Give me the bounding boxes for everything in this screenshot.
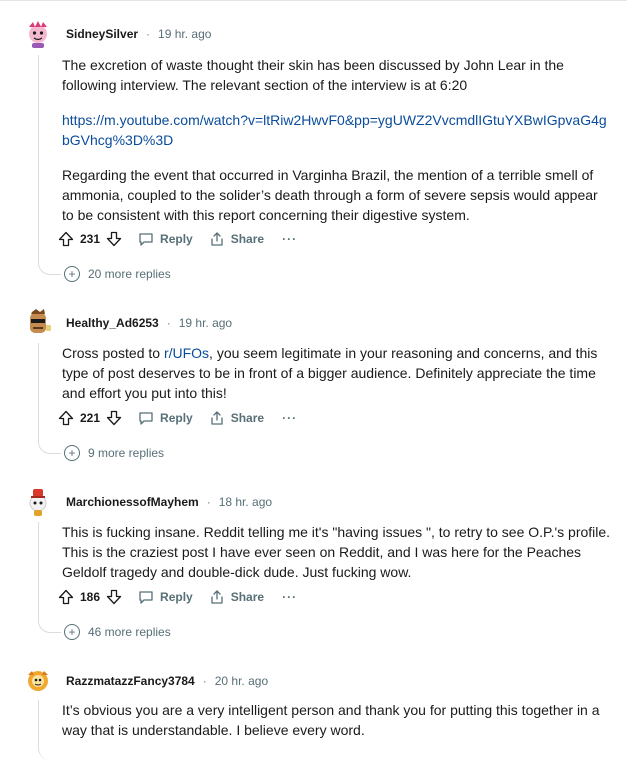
more-replies-label: 20 more replies bbox=[88, 267, 171, 281]
reply-label: Reply bbox=[160, 411, 193, 425]
plus-circle-icon: + bbox=[64, 266, 80, 282]
vote-count: 186 bbox=[80, 590, 101, 604]
reply-button[interactable]: Reply bbox=[138, 589, 193, 605]
comment-text: Cross posted to bbox=[62, 345, 164, 361]
username[interactable]: Healthy_Ad6253 bbox=[66, 316, 159, 330]
downvote-icon[interactable] bbox=[106, 410, 122, 426]
youtube-link[interactable]: https://m.youtube.com/watch?v=ltRiw2HwvF… bbox=[62, 112, 607, 148]
timestamp[interactable]: 20 hr. ago bbox=[215, 674, 268, 688]
share-button[interactable]: Share bbox=[209, 231, 264, 247]
share-label: Share bbox=[230, 232, 265, 246]
top-divider bbox=[0, 0, 627, 1]
comment-actions: 221 Reply Share ··· bbox=[58, 406, 297, 430]
share-icon bbox=[211, 590, 223, 604]
separator-dot: · bbox=[166, 316, 171, 330]
separator-dot: · bbox=[202, 674, 207, 688]
username[interactable]: MarchionessofMayhem bbox=[66, 495, 199, 509]
vote-count: 231 bbox=[80, 232, 101, 246]
more-options-button[interactable]: ··· bbox=[282, 590, 297, 604]
comment-text: This is fucking insane. Reddit telling m… bbox=[62, 524, 611, 580]
reply-label: Reply bbox=[160, 232, 193, 246]
avatar[interactable] bbox=[22, 18, 54, 50]
more-replies-label: 9 more replies bbox=[88, 446, 165, 460]
comment-body: This is fucking insane. Reddit telling m… bbox=[62, 522, 612, 582]
snoo-avatar-icon bbox=[22, 665, 54, 697]
share-label: Share bbox=[230, 411, 265, 425]
comment-paragraph: Regarding the event that occurred in Var… bbox=[62, 167, 598, 223]
more-options-button[interactable]: ··· bbox=[282, 232, 297, 246]
timestamp[interactable]: 18 hr. ago bbox=[219, 495, 272, 509]
comment-bubble-icon bbox=[139, 233, 153, 246]
share-button[interactable]: Share bbox=[209, 589, 264, 605]
downvote-icon[interactable] bbox=[106, 231, 122, 247]
plus-circle-icon: + bbox=[64, 624, 80, 640]
avatar[interactable] bbox=[22, 307, 54, 339]
username[interactable]: SidneySilver bbox=[66, 27, 138, 41]
thread-line[interactable] bbox=[38, 700, 61, 760]
more-replies-button[interactable]: + 46 more replies bbox=[64, 624, 171, 640]
timestamp[interactable]: 19 hr. ago bbox=[158, 27, 211, 41]
thread-line[interactable] bbox=[38, 522, 61, 633]
comment-actions: 231 Reply Share ··· bbox=[58, 227, 297, 251]
comment-bubble-icon bbox=[139, 412, 153, 425]
username[interactable]: RazzmatazzFancy3784 bbox=[66, 674, 195, 688]
more-replies-button[interactable]: + 20 more replies bbox=[64, 266, 171, 282]
separator-dot: · bbox=[206, 495, 211, 509]
thread-line[interactable] bbox=[38, 55, 61, 275]
thread-line[interactable] bbox=[38, 343, 61, 454]
more-replies-button[interactable]: + 9 more replies bbox=[64, 445, 164, 461]
share-icon bbox=[211, 411, 223, 425]
reply-label: Reply bbox=[160, 590, 193, 604]
comment-text: It’s obvious you are a very intelligent … bbox=[62, 702, 600, 738]
avatar[interactable] bbox=[22, 665, 54, 697]
more-options-button[interactable]: ··· bbox=[282, 411, 297, 425]
plus-circle-icon: + bbox=[64, 445, 80, 461]
comment-body: It’s obvious you are a very intelligent … bbox=[62, 700, 612, 740]
share-button[interactable]: Share bbox=[209, 410, 264, 426]
downvote-icon[interactable] bbox=[106, 589, 122, 605]
snoo-avatar-icon bbox=[22, 486, 54, 518]
snoo-avatar-icon bbox=[22, 307, 54, 339]
timestamp[interactable]: 19 hr. ago bbox=[179, 316, 232, 330]
comment-body: The excretion of waste thought their ski… bbox=[62, 55, 612, 225]
comment-actions: 186 Reply Share ··· bbox=[58, 585, 297, 609]
subreddit-link[interactable]: r/UFOs bbox=[164, 345, 209, 361]
avatar[interactable] bbox=[22, 486, 54, 518]
share-icon bbox=[211, 232, 223, 246]
comment-paragraph: The excretion of waste thought their ski… bbox=[62, 57, 564, 93]
separator-dot: · bbox=[146, 27, 151, 41]
comment-body: Cross posted to r/UFOs, you seem legitim… bbox=[62, 343, 612, 403]
share-label: Share bbox=[230, 590, 265, 604]
comment-bubble-icon bbox=[139, 591, 153, 604]
more-replies-label: 46 more replies bbox=[88, 625, 171, 639]
snoo-avatar-icon bbox=[22, 18, 54, 50]
vote-count: 221 bbox=[80, 411, 101, 425]
reply-button[interactable]: Reply bbox=[138, 231, 193, 247]
reply-button[interactable]: Reply bbox=[138, 410, 193, 426]
